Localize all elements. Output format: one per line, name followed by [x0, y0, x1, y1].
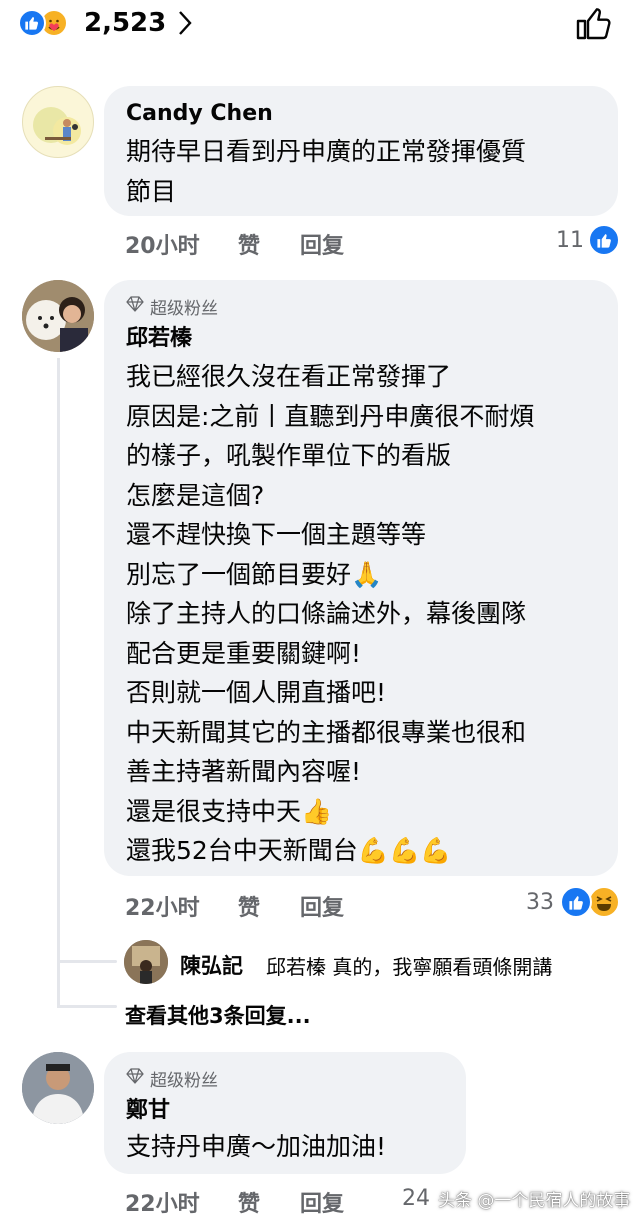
comment-bubble: Candy Chen 期待早日看到丹申廣的正常發揮優質 節目 [104, 86, 618, 216]
comment-text-line: 中天新聞其它的主播都很專業也很和 [126, 717, 527, 747]
comment-text-line: 怎麼是這個? [126, 480, 265, 510]
like-link[interactable]: 赞 [238, 228, 260, 260]
badge-label: 超级粉丝 [150, 299, 218, 319]
reply-link[interactable]: 回复 [300, 228, 344, 260]
view-more-replies-link[interactable]: 查看其他3条回复... [125, 1000, 311, 1030]
comment-text-line: 原因是:之前丨直聽到丹申廣很不耐煩 [126, 401, 535, 431]
comment-text-line: 善主持著新聞內容喔! [126, 757, 362, 786]
comment-text: 我已經很久沒在看正常發揮了 原因是:之前丨直聽到丹申廣很不耐煩 的樣子，吼製作單… [126, 357, 618, 871]
comment-bubble: 超级粉丝 鄭甘 支持丹申廣～加油加油! [104, 1052, 466, 1174]
like-reaction-icon[interactable] [560, 886, 592, 918]
reaction-count: 11 [556, 228, 584, 253]
like-button-icon[interactable] [574, 4, 612, 46]
like-reaction-icon [18, 9, 46, 37]
avatar[interactable] [22, 86, 94, 158]
comment-bubble: 超级粉丝 邱若榛 我已經很久沒在看正常發揮了 原因是:之前丨直聽到丹申廣很不耐煩… [104, 280, 618, 876]
comment-text-line: 支持丹申廣～加油加油! [126, 1132, 387, 1161]
reply-author-name[interactable]: 陳弘記 [180, 950, 243, 980]
reaction-count: 33 [526, 890, 554, 915]
comment-time: 22小时 [125, 1192, 200, 1217]
watermark: 头条 @一个民宿人的故事 [438, 1191, 631, 1211]
comment-author-name[interactable]: Candy Chen [126, 100, 618, 128]
comment-text-line: 的樣子，吼製作單位下的看版 [126, 441, 452, 470]
comment-text-line: 還不趕快換下一個主題等等 [126, 520, 427, 549]
comment-text-line: 配合更是重要關鍵啊! [126, 638, 362, 668]
thread-line [57, 1005, 117, 1008]
diamond-icon [126, 1068, 144, 1089]
comment-text-line: 我已經很久沒在看正常發揮了 [126, 362, 452, 391]
like-link[interactable]: 赞 [238, 890, 260, 922]
like-reaction-icon[interactable] [588, 224, 620, 256]
avatar[interactable] [22, 280, 94, 352]
reply-link[interactable]: 回复 [300, 890, 344, 922]
like-link[interactable]: 赞 [238, 1186, 260, 1218]
reply-link[interactable]: 回复 [300, 1186, 344, 1218]
avatar[interactable] [22, 1052, 94, 1124]
avatar[interactable] [124, 940, 168, 984]
comment-text-line: 還我52台中天新聞台💪💪💪 [126, 836, 452, 865]
comment-author-name[interactable]: 鄭甘 [126, 1097, 466, 1125]
reaction-count: 2,523 [84, 8, 167, 38]
superfan-badge: 超级粉丝 [126, 1066, 466, 1091]
comment-text-line: 除了主持人的口條論述外，幕後團隊 [126, 599, 527, 628]
reaction-summary[interactable]: 2,523 [18, 6, 218, 42]
haha-reaction-icon[interactable] [588, 886, 620, 918]
thread-line [57, 358, 60, 1008]
reply-text: 邱若榛 真的，我寧願看頭條開講 [266, 955, 553, 979]
thread-line [57, 960, 117, 963]
comment-text-line: 還是很支持中天👍 [126, 796, 333, 826]
badge-label: 超级粉丝 [150, 1071, 218, 1091]
chevron-right-icon [178, 10, 192, 40]
superfan-badge: 超级粉丝 [126, 294, 618, 319]
comment-time: 20小时 [125, 234, 200, 259]
comment-time: 22小时 [125, 896, 200, 921]
comment-author-name[interactable]: 邱若榛 [126, 325, 618, 353]
diamond-icon [126, 296, 144, 317]
comment-text-line: 別忘了一個節目要好🙏 [126, 559, 383, 589]
comment-text-line: 期待早日看到丹申廣的正常發揮優質 [126, 137, 527, 166]
reaction-count: 24 [402, 1186, 430, 1211]
comment-text-line: 節目 [126, 176, 177, 206]
comment-text-line: 否則就一個人開直播吧! [126, 678, 387, 707]
